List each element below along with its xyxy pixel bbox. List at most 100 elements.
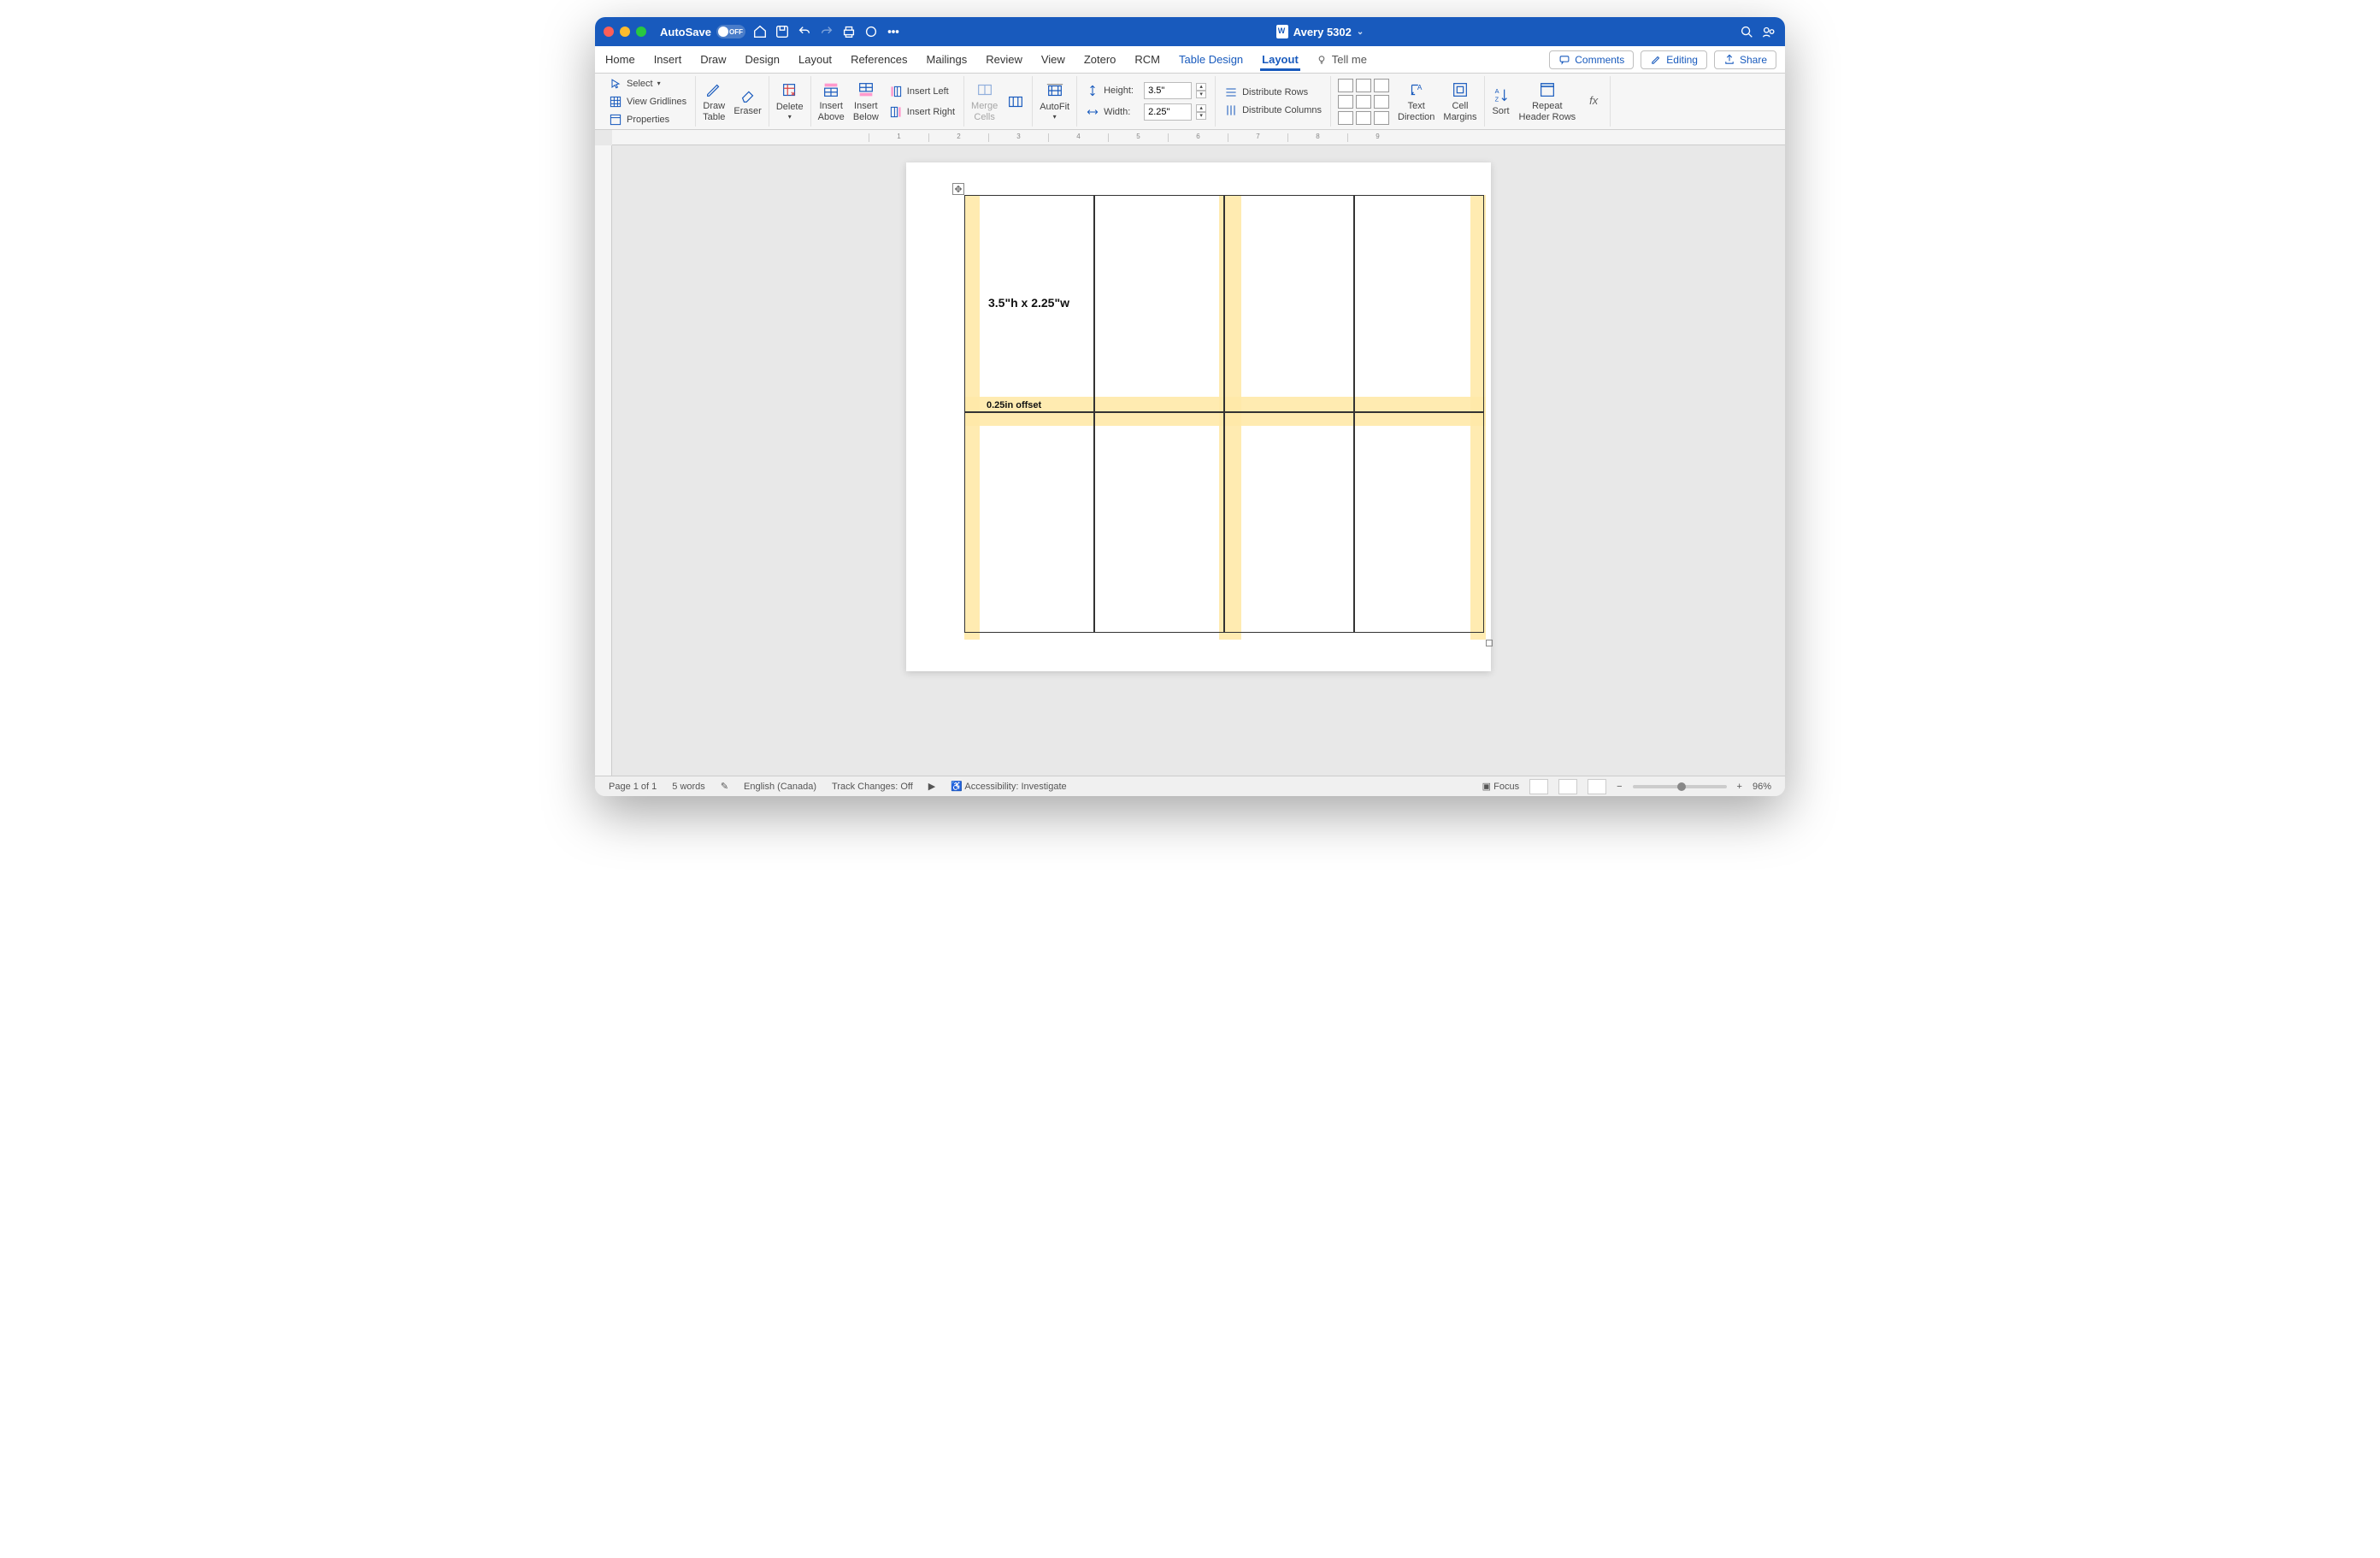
comments-button[interactable]: Comments bbox=[1549, 50, 1634, 69]
autosave-toggle[interactable]: AutoSave OFF bbox=[660, 25, 745, 38]
share-presence-icon[interactable] bbox=[1761, 24, 1776, 39]
share-button[interactable]: Share bbox=[1714, 50, 1776, 69]
more-icon[interactable] bbox=[886, 24, 901, 39]
table-cell[interactable] bbox=[1224, 195, 1354, 412]
cell-margins-button[interactable]: Cell Margins bbox=[1443, 80, 1476, 121]
tab-rcm[interactable]: RCM bbox=[1133, 48, 1162, 71]
zoom-level[interactable]: 96% bbox=[1753, 782, 1771, 792]
table[interactable]: 3.5"h x 2.25"w 0.25in offset bbox=[964, 195, 1486, 640]
delete-button[interactable]: Delete ▾ bbox=[776, 81, 804, 121]
insert-below-button[interactable]: Insert Below bbox=[853, 80, 879, 121]
align-tr-icon[interactable] bbox=[1374, 79, 1389, 92]
search-icon[interactable] bbox=[1739, 24, 1754, 39]
text-direction-button[interactable]: A Text Direction bbox=[1398, 80, 1434, 121]
editing-button[interactable]: Editing bbox=[1641, 50, 1707, 69]
tab-table-design[interactable]: Table Design bbox=[1177, 48, 1245, 71]
alignment-grid[interactable] bbox=[1338, 79, 1389, 125]
word-count[interactable]: 5 words bbox=[672, 782, 705, 792]
align-tc-icon[interactable] bbox=[1356, 79, 1371, 92]
width-spinner[interactable]: ▴▾ bbox=[1196, 104, 1206, 120]
table-cell[interactable] bbox=[1094, 412, 1224, 633]
height-input[interactable] bbox=[1144, 82, 1192, 99]
window-controls[interactable] bbox=[604, 27, 646, 37]
read-mode-icon[interactable] bbox=[1529, 779, 1548, 794]
horizontal-ruler[interactable]: 1 2 3 4 5 6 7 8 9 bbox=[612, 130, 1785, 145]
close-icon[interactable] bbox=[604, 27, 614, 37]
macro-icon[interactable]: ▶ bbox=[928, 781, 935, 792]
table-cell[interactable] bbox=[1354, 412, 1484, 633]
circle-icon[interactable] bbox=[863, 24, 879, 39]
width-field[interactable]: Width: ▴▾ bbox=[1084, 103, 1208, 121]
save-icon[interactable] bbox=[775, 24, 790, 39]
vertical-ruler[interactable] bbox=[595, 145, 612, 776]
tab-view[interactable]: View bbox=[1040, 48, 1067, 71]
align-br-icon[interactable] bbox=[1374, 111, 1389, 125]
align-bl-icon[interactable] bbox=[1338, 111, 1353, 125]
repeat-header-button[interactable]: Repeat Header Rows bbox=[1519, 80, 1576, 121]
tab-zotero[interactable]: Zotero bbox=[1082, 48, 1118, 71]
distribute-columns-button[interactable]: Distribute Columns bbox=[1222, 103, 1323, 118]
tab-mailings[interactable]: Mailings bbox=[925, 48, 969, 71]
tab-review[interactable]: Review bbox=[984, 48, 1024, 71]
table-cell[interactable] bbox=[1094, 195, 1224, 412]
properties-button[interactable]: Properties bbox=[607, 112, 688, 127]
text-direction-icon: A bbox=[1407, 80, 1426, 99]
tell-me[interactable]: Tell me bbox=[1316, 53, 1367, 66]
toggle-off-icon[interactable]: OFF bbox=[716, 25, 745, 38]
align-bc-icon[interactable] bbox=[1356, 111, 1371, 125]
table-cell[interactable] bbox=[1354, 195, 1484, 412]
height-field[interactable]: Height: ▴▾ bbox=[1084, 81, 1208, 100]
tab-table-layout[interactable]: Layout bbox=[1260, 48, 1300, 71]
spellcheck-icon[interactable]: ✎ bbox=[721, 781, 728, 792]
track-changes-indicator[interactable]: Track Changes: Off bbox=[832, 782, 913, 792]
table-cell[interactable] bbox=[964, 412, 1094, 633]
align-mc-icon[interactable] bbox=[1356, 95, 1371, 109]
minimize-icon[interactable] bbox=[620, 27, 630, 37]
table-resize-handle-icon[interactable] bbox=[1486, 640, 1493, 646]
maximize-icon[interactable] bbox=[636, 27, 646, 37]
chevron-down-icon[interactable]: ⌄ bbox=[1357, 27, 1364, 37]
tab-insert[interactable]: Insert bbox=[652, 48, 684, 71]
tab-layout[interactable]: Layout bbox=[797, 48, 834, 71]
insert-above-button[interactable]: Insert Above bbox=[818, 80, 845, 121]
distribute-rows-button[interactable]: Distribute Rows bbox=[1222, 85, 1323, 100]
zoom-in-button[interactable]: + bbox=[1737, 782, 1742, 792]
tab-design[interactable]: Design bbox=[744, 48, 781, 71]
focus-mode-button[interactable]: ▣ Focus bbox=[1482, 781, 1519, 792]
language-indicator[interactable]: English (Canada) bbox=[744, 782, 816, 792]
split-cells-button[interactable] bbox=[1006, 92, 1025, 111]
zoom-out-button[interactable]: − bbox=[1617, 782, 1622, 792]
draw-table-button[interactable]: Draw Table bbox=[703, 80, 725, 121]
redo-icon[interactable] bbox=[819, 24, 834, 39]
document-canvas[interactable]: ✥ 3.5"h x 2.25"w bbox=[612, 145, 1785, 776]
undo-icon[interactable] bbox=[797, 24, 812, 39]
sort-button[interactable]: AZ Sort bbox=[1492, 86, 1511, 116]
width-input[interactable] bbox=[1144, 103, 1192, 121]
formula-button[interactable]: fx bbox=[1584, 92, 1603, 111]
document-title[interactable]: Avery 5302 ⌄ bbox=[908, 25, 1732, 38]
align-mr-icon[interactable] bbox=[1374, 95, 1389, 109]
insert-right-button[interactable]: Insert Right bbox=[887, 104, 957, 120]
print-layout-icon[interactable] bbox=[1558, 779, 1577, 794]
print-icon[interactable] bbox=[841, 24, 857, 39]
table-cell[interactable] bbox=[1224, 412, 1354, 633]
align-tl-icon[interactable] bbox=[1338, 79, 1353, 92]
tab-draw[interactable]: Draw bbox=[698, 48, 728, 71]
web-layout-icon[interactable] bbox=[1588, 779, 1606, 794]
view-gridlines-button[interactable]: View Gridlines bbox=[607, 94, 688, 109]
page-indicator[interactable]: Page 1 of 1 bbox=[609, 782, 657, 792]
autofit-button[interactable]: AutoFit ▾ bbox=[1040, 81, 1069, 121]
eraser-icon bbox=[739, 86, 757, 104]
page[interactable]: ✥ 3.5"h x 2.25"w bbox=[906, 162, 1491, 671]
tab-references[interactable]: References bbox=[849, 48, 909, 71]
align-ml-icon[interactable] bbox=[1338, 95, 1353, 109]
table-move-handle-icon[interactable]: ✥ bbox=[952, 183, 964, 195]
insert-left-button[interactable]: Insert Left bbox=[887, 84, 957, 99]
select-button[interactable]: Select ▾ bbox=[607, 76, 688, 91]
tab-home[interactable]: Home bbox=[604, 48, 637, 71]
zoom-slider[interactable] bbox=[1633, 785, 1727, 788]
home-icon[interactable] bbox=[752, 24, 768, 39]
eraser-button[interactable]: Eraser bbox=[733, 86, 761, 116]
accessibility-indicator[interactable]: ♿ Accessibility: Investigate bbox=[951, 781, 1066, 792]
height-spinner[interactable]: ▴▾ bbox=[1196, 83, 1206, 98]
